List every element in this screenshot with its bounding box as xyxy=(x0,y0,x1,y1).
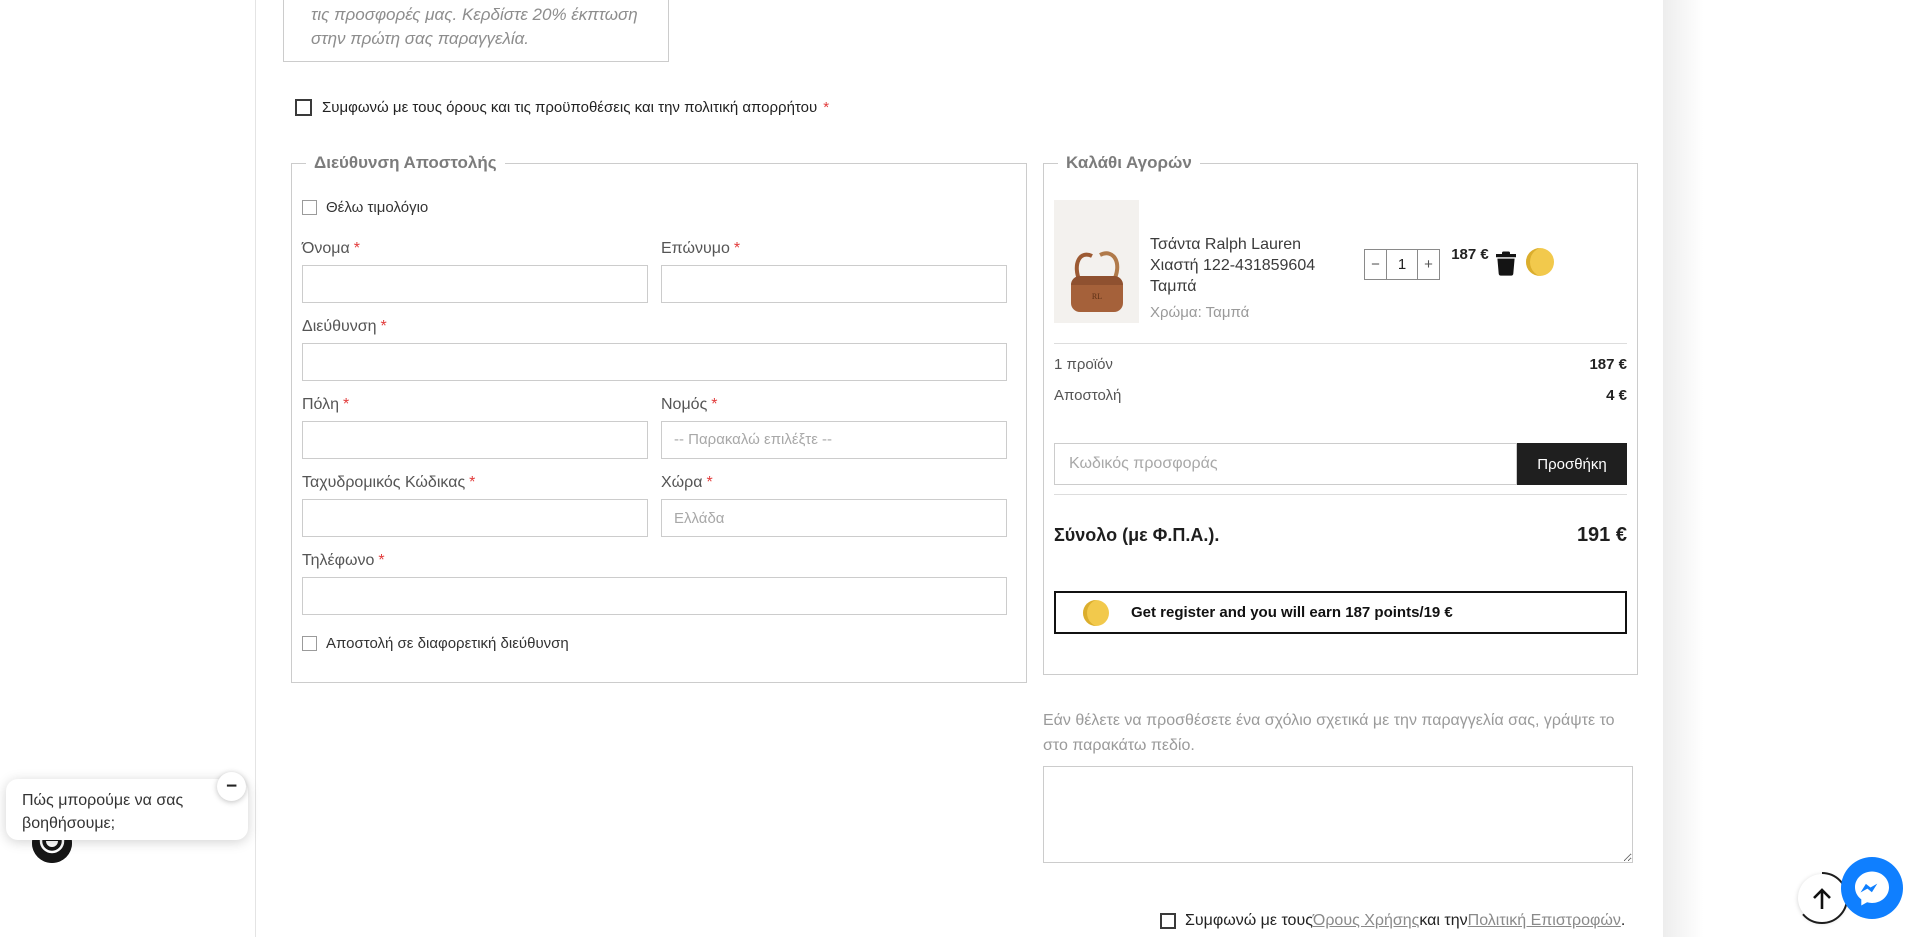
privacy-terms-row: Συμφωνώ με τους όρους και τις προϋποθέσε… xyxy=(295,99,829,116)
cart-divider xyxy=(1054,494,1627,495)
plus-icon: + xyxy=(1424,256,1433,273)
country-field[interactable] xyxy=(661,499,1007,537)
required-asterisk: * xyxy=(711,396,718,413)
phone-field[interactable] xyxy=(302,577,1007,615)
content-left-border xyxy=(255,0,256,937)
cart-divider xyxy=(1054,343,1627,344)
checkout-page: τις προσφορές μας. Κερδίστε 20% έκπτωση … xyxy=(0,0,1920,937)
loyalty-coin-icon[interactable] xyxy=(1526,248,1554,276)
newsletter-offer-text-line2: στην πρώτη σας παραγγελία. xyxy=(311,29,530,48)
required-asterisk: * xyxy=(343,396,350,413)
coin-icon xyxy=(1083,599,1109,626)
product-title[interactable]: Τσάντα Ralph Lauren Χιαστή 122-431859604… xyxy=(1150,234,1352,297)
usage-terms-checkbox[interactable] xyxy=(1160,913,1176,929)
promo-code-row: Προσθήκη xyxy=(1054,443,1627,485)
usage-terms-middle: και την xyxy=(1419,912,1468,929)
required-asterisk: * xyxy=(733,240,741,257)
cart-section: Καλάθι Αγορών RL Τσάντα Ralph Lauren Χια… xyxy=(1043,153,1638,675)
invoice-checkbox[interactable] xyxy=(302,200,317,215)
total-label: Σύνολο (με Φ.Π.Α.). xyxy=(1054,525,1220,545)
different-address-row: Αποστολή σε διαφορετική διεύθυνση xyxy=(302,635,1016,652)
total-value: 191 € xyxy=(1576,524,1627,546)
postal-code-field[interactable] xyxy=(302,499,648,537)
privacy-terms-checkbox[interactable] xyxy=(295,99,312,116)
summary-items-value: 187 € xyxy=(1589,356,1627,373)
messenger-icon xyxy=(1841,857,1903,919)
region-select[interactable]: -- Παρακαλώ επιλέξτε -- xyxy=(661,421,1007,459)
address-label: Διεύθυνση * xyxy=(302,318,387,335)
product-image[interactable]: RL xyxy=(1054,200,1139,323)
different-address-label: Αποστολή σε διαφορετική διεύθυνση xyxy=(326,635,569,652)
required-asterisk: * xyxy=(380,318,387,335)
first-name-label: Όνομα * xyxy=(302,240,360,257)
country-label: Χώρα * xyxy=(661,474,713,491)
terms-of-use-link[interactable]: Όρους Χρήσης xyxy=(1313,912,1419,930)
quantity-increase-button[interactable]: + xyxy=(1418,250,1439,279)
promo-add-button[interactable]: Προσθήκη xyxy=(1517,443,1627,485)
summary-shipping-label: Αποστολή xyxy=(1054,387,1122,404)
item-price: 187 € xyxy=(1451,246,1489,263)
points-banner: Get register and you will earn 187 point… xyxy=(1054,591,1627,634)
points-banner-text: Get register and you will earn 187 point… xyxy=(1131,604,1453,621)
usage-terms-row: Συμφωνώ με τους Όρους Χρήσης και την Πολ… xyxy=(1160,912,1625,930)
messenger-button[interactable] xyxy=(1841,857,1903,919)
different-address-checkbox[interactable] xyxy=(302,636,317,651)
promo-code-input[interactable] xyxy=(1054,443,1517,485)
chat-minimize-button[interactable]: − xyxy=(217,772,246,801)
last-name-label: Επώνυμο * xyxy=(661,240,741,257)
trash-icon xyxy=(1496,251,1516,276)
required-asterisk: * xyxy=(353,240,360,257)
quantity-stepper: − 1 + xyxy=(1364,249,1440,280)
invoice-checkbox-row: Θέλω τιμολόγιο xyxy=(302,199,1016,216)
first-name-field[interactable] xyxy=(302,265,648,303)
summary-row-items: 1 προϊόν 187 € xyxy=(1054,356,1627,373)
last-name-field[interactable] xyxy=(661,265,1007,303)
cart-item-row: RL Τσάντα Ralph Lauren Χιαστή 122-431859… xyxy=(1054,200,1627,323)
invoice-checkbox-label: Θέλω τιμολόγιο xyxy=(326,199,429,216)
phone-label: Τηλέφωνο * xyxy=(302,552,385,569)
postal-code-label: Ταχυδρομικός Κώδικας * xyxy=(302,474,476,491)
summary-items-label: 1 προϊόν xyxy=(1054,356,1113,373)
summary-shipping-value: 4 € xyxy=(1606,387,1627,404)
returns-policy-link[interactable]: Πολιτική Επιστροφών xyxy=(1468,912,1621,930)
privacy-terms-label: Συμφωνώ με τους όρους και τις προϋποθέσε… xyxy=(322,99,818,116)
remove-item-button[interactable] xyxy=(1495,250,1517,323)
quantity-value[interactable]: 1 xyxy=(1386,250,1418,279)
total-row: Σύνολο (με Φ.Π.Α.). 191 € xyxy=(1054,524,1627,547)
summary-row-shipping: Αποστολή 4 € xyxy=(1054,387,1627,404)
required-asterisk: * xyxy=(469,474,476,491)
region-label: Νομός * xyxy=(661,396,718,413)
minimize-icon: − xyxy=(225,776,238,797)
newsletter-offer-text-line1: τις προσφορές μας. Κερδίστε 20% έκπτωση xyxy=(311,5,638,24)
required-asterisk: * xyxy=(378,552,385,569)
chat-message-bubble[interactable]: Πώς μπορούμε να σας βοηθήσουμε; xyxy=(6,779,248,840)
city-field[interactable] xyxy=(302,421,648,459)
newsletter-offer-box: τις προσφορές μας. Κερδίστε 20% έκπτωση … xyxy=(283,0,669,62)
bag-illustration: RL xyxy=(1071,251,1123,312)
required-asterisk: * xyxy=(823,99,830,116)
shipping-address-section: Διεύθυνση Αποστολής Θέλω τιμολόγιο Όνομα… xyxy=(291,153,1027,683)
svg-text:RL: RL xyxy=(1092,292,1102,301)
chat-message-text: Πώς μπορούμε να σας βοηθήσουμε; xyxy=(22,792,184,832)
usage-terms-suffix: . xyxy=(1620,912,1626,929)
shipping-address-legend: Διεύθυνση Αποστολής xyxy=(314,153,497,172)
order-comment-textarea[interactable] xyxy=(1043,766,1633,863)
product-color: Χρώμα: Ταμπά xyxy=(1150,304,1250,321)
required-asterisk: * xyxy=(706,474,713,491)
cart-legend: Καλάθι Αγορών xyxy=(1066,153,1192,172)
quantity-decrease-button[interactable]: − xyxy=(1365,250,1386,279)
minus-icon: − xyxy=(1371,256,1380,273)
content-right-shadow xyxy=(1663,0,1711,937)
address-field[interactable] xyxy=(302,343,1007,381)
order-comment-note: Εάν θέλετε να προσθέσετε ένα σχόλιο σχετ… xyxy=(1043,712,1615,754)
city-label: Πόλη * xyxy=(302,396,350,413)
usage-terms-prefix: Συμφωνώ με τους xyxy=(1185,912,1313,929)
